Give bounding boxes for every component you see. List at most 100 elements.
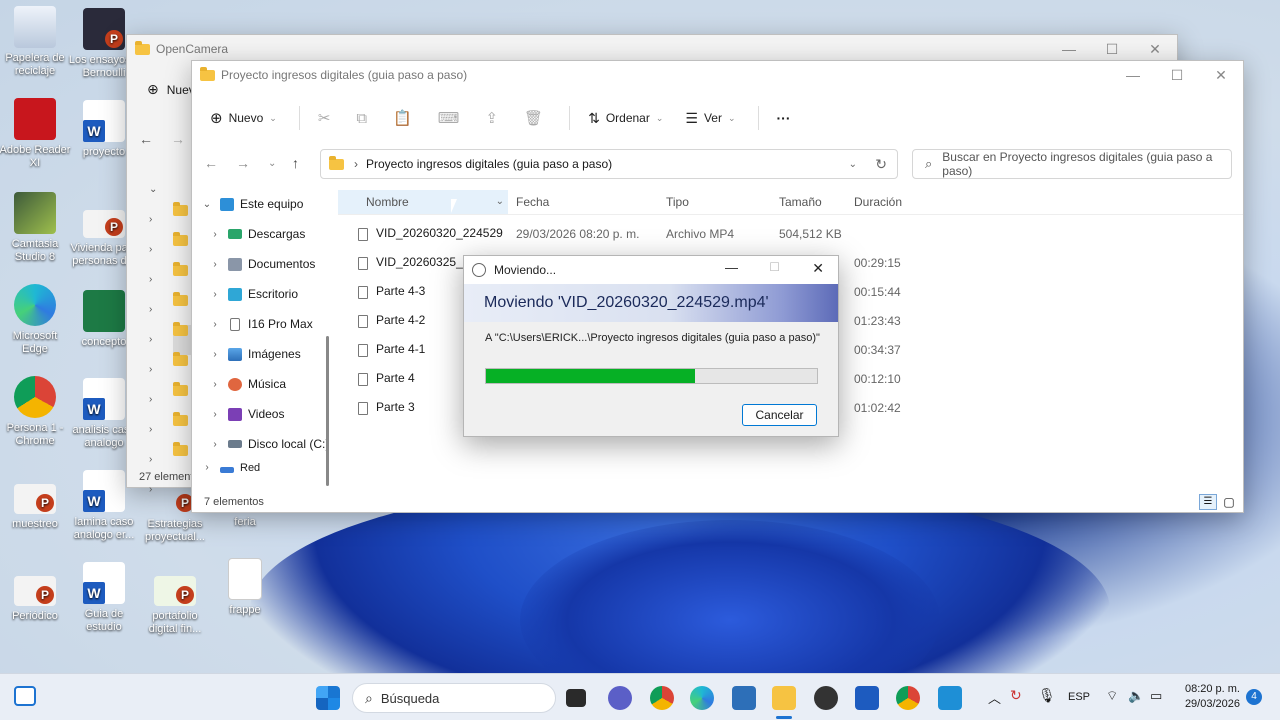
cut-icon[interactable]: ✂ <box>318 109 331 127</box>
video-editor-icon[interactable] <box>938 686 962 710</box>
powerpoint-icon <box>83 210 125 238</box>
forward-arrow-icon[interactable]: → <box>236 155 250 171</box>
back-arrow-icon[interactable]: ← <box>204 155 218 171</box>
address-bar[interactable]: › Proyecto ingresos digitales (guia paso… <box>320 149 898 179</box>
volume-icon[interactable]: 🔈 <box>1128 688 1144 704</box>
maximize-icon: ☐ <box>769 260 780 274</box>
move-progress-dialog[interactable]: Moviendo... — ☐ ✕ Moviendo 'VID_20260320… <box>463 255 839 437</box>
close-icon[interactable]: ✕ <box>1133 35 1177 63</box>
chevron-up-icon[interactable]: ︿ <box>988 688 1001 707</box>
chrome-profile-icon[interactable] <box>896 686 920 710</box>
language-indicator[interactable]: ESP <box>1068 691 1090 703</box>
refresh-icon[interactable]: ↻ <box>875 156 887 173</box>
chevron-down-icon: ⌄ <box>655 112 664 123</box>
nav-item-musica[interactable]: › Música <box>192 369 332 399</box>
paste-icon[interactable]: 📋 <box>393 109 412 127</box>
copy-icon[interactable]: ⧉ <box>356 110 367 127</box>
edge-icon <box>14 284 56 326</box>
cancel-button[interactable]: Cancelar <box>742 404 817 426</box>
powerpoint-icon <box>83 8 125 50</box>
details-view-icon[interactable]: ☰ <box>1199 494 1217 510</box>
sort-icon: ⇅ <box>588 109 600 126</box>
edge-icon[interactable] <box>690 686 714 710</box>
delete-icon[interactable]: 🗑 <box>524 109 543 127</box>
minimize-icon[interactable]: — <box>725 260 738 275</box>
nav-item-imagenes[interactable]: › Imágenes <box>192 339 332 369</box>
maximize-icon[interactable]: ☐ <box>1155 61 1199 89</box>
minimize-icon[interactable]: — <box>1111 61 1155 89</box>
phone-icon <box>230 317 240 331</box>
file-explorer-icon[interactable] <box>772 686 796 710</box>
store-icon[interactable] <box>732 686 756 710</box>
file-icon <box>358 343 368 357</box>
search-input[interactable]: ⌕ Buscar en Proyecto ingresos digitales … <box>912 149 1232 179</box>
battery-icon[interactable]: ▭ <box>1150 688 1162 704</box>
nav-item-descargas[interactable]: › Descargas <box>192 219 332 249</box>
nav-item-documentos[interactable]: › Documentos <box>192 249 332 279</box>
wifi-icon[interactable]: ⌔ <box>1106 688 1118 704</box>
breadcrumb[interactable]: Proyecto ingresos digitales (guia paso a… <box>366 157 612 171</box>
column-header-duration[interactable]: Duración <box>846 195 956 209</box>
chevron-down-icon[interactable]: ⌄ <box>849 159 857 170</box>
rename-icon[interactable]: ⌨ <box>438 109 460 127</box>
maximize-icon[interactable]: ☐ <box>1090 35 1134 63</box>
nav-item-videos[interactable]: › Videos <box>192 399 332 429</box>
view-button[interactable]: ☰ Ver ⌄ <box>685 110 735 127</box>
taskbar-search-input[interactable]: ⌕ Búsqueda <box>352 683 556 713</box>
background-nav-chevrons: ⌄ › › › › › › › › › › <box>149 184 158 495</box>
nav-item-este-equipo[interactable]: ⌄ Este equipo <box>192 189 332 219</box>
clock[interactable]: 08:20 p. m. 29/03/2026 <box>1176 682 1240 712</box>
share-icon[interactable]: ⇪ <box>485 109 498 127</box>
word-icon[interactable] <box>855 686 879 710</box>
clock-icon <box>472 263 486 277</box>
word-icon <box>83 378 125 420</box>
column-header-date[interactable]: Fecha <box>508 195 658 209</box>
new-button[interactable]: ⊕ Nuevo ⌄ <box>210 109 277 127</box>
recent-locations-icon[interactable]: ⌄ <box>268 158 276 169</box>
nav-item-escritorio[interactable]: › Escritorio <box>192 279 332 309</box>
sync-icon[interactable]: ↻ <box>1010 687 1022 704</box>
desktop-icon-guia[interactable]: Guia de estudio <box>68 562 140 634</box>
excel-icon <box>83 290 125 332</box>
desktop-icon-recycle-bin[interactable]: Papelera de reciclaje <box>0 6 71 78</box>
nav-item-disco-local[interactable]: › Disco local (C:) <box>192 429 332 459</box>
close-icon[interactable]: ✕ <box>812 260 824 277</box>
column-header-name[interactable]: Nombre ⌄ <box>338 189 508 214</box>
folder-icon <box>200 66 215 81</box>
nav-item-red[interactable]: › Red <box>192 459 332 474</box>
column-header-type[interactable]: Tipo <box>658 195 771 209</box>
chrome-icon[interactable] <box>650 686 674 710</box>
file-icon <box>358 227 368 241</box>
back-arrow-icon[interactable]: ← <box>139 131 153 147</box>
sort-button[interactable]: ⇅ Ordenar ⌄ <box>588 110 663 127</box>
task-view-icon[interactable] <box>566 689 586 707</box>
column-header-size[interactable]: Tamaño <box>771 195 846 209</box>
desktop-icon-chrome[interactable]: Persona 1 - Chrome <box>0 376 71 448</box>
notification-badge[interactable]: 4 <box>1246 689 1262 705</box>
microphone-icon[interactable]: 🎙 <box>1038 687 1056 704</box>
start-icon[interactable] <box>316 686 340 710</box>
up-arrow-icon[interactable]: ↑ <box>292 155 299 171</box>
desktop-icon-periodico[interactable]: Periódico <box>0 576 71 623</box>
minimize-icon[interactable]: — <box>1047 35 1091 63</box>
desktop-icon-edge[interactable]: Microsoft Edge <box>0 284 71 356</box>
nav-item-i16-pro-max[interactable]: › I16 Pro Max <box>192 309 332 339</box>
widgets-icon[interactable] <box>14 686 36 706</box>
desktop-icon-frappe[interactable]: frappe <box>209 558 281 617</box>
nav-scrollbar[interactable] <box>326 336 329 486</box>
close-icon[interactable]: ✕ <box>1199 61 1243 89</box>
desktop-icon-muestreo[interactable]: muestreo <box>0 484 71 531</box>
desktop-icon-camtasia[interactable]: Camtasia Studio 8 <box>0 192 71 264</box>
background-window-titlebar: OpenCamera <box>127 35 1177 63</box>
more-options-icon[interactable]: ··· <box>777 110 791 126</box>
desktop-icon-adobe-reader[interactable]: Adobe Reader XI <box>0 98 71 170</box>
chevron-right-icon: › <box>205 462 209 473</box>
teams-icon[interactable] <box>608 686 632 710</box>
forward-arrow-icon[interactable]: → <box>171 131 185 147</box>
large-icons-view-icon[interactable]: ▢ <box>1221 494 1237 510</box>
image-file-icon <box>228 558 262 600</box>
download-icon <box>228 229 242 239</box>
camera-app-icon[interactable] <box>814 686 838 710</box>
file-row[interactable]: VID_20260320_224529 29/03/2026 08:20 p. … <box>338 219 1243 248</box>
desktop-icon-portafolio[interactable]: portafolio digital fin... <box>139 576 211 636</box>
